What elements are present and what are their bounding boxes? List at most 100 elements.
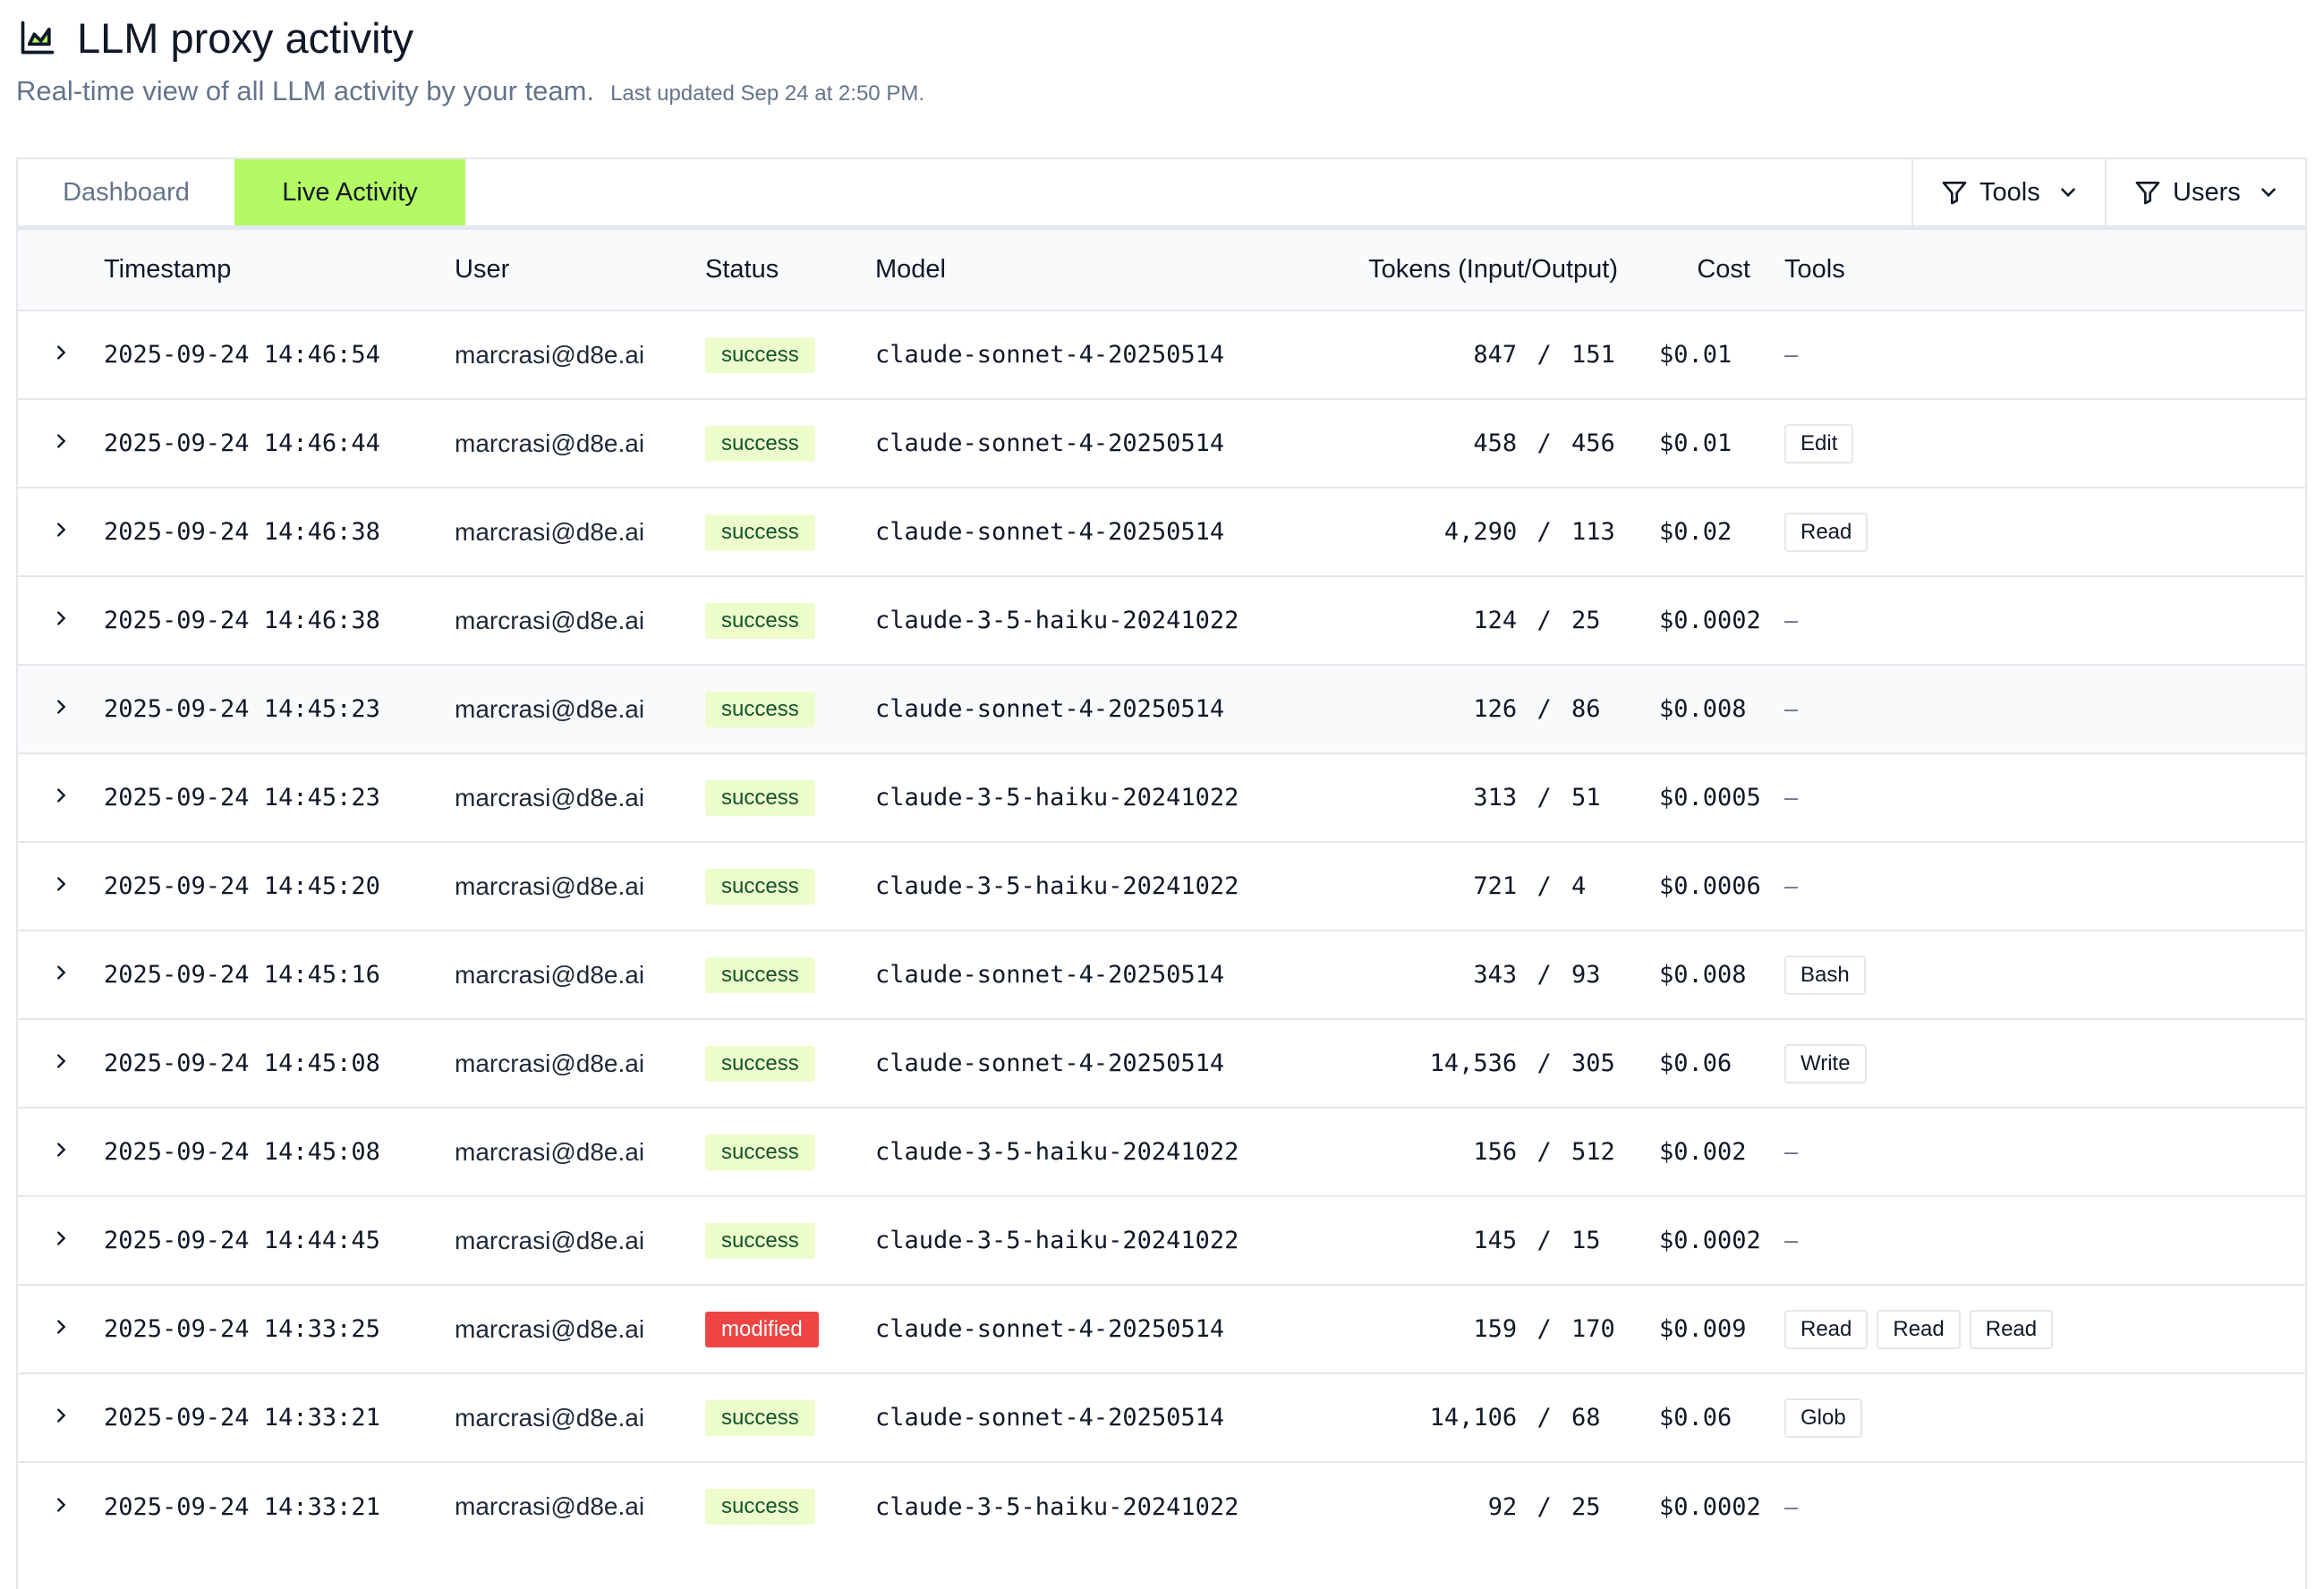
expand-row-button[interactable] [18, 1019, 104, 1108]
user-cell: marcrasi@d8e.ai [455, 1049, 645, 1077]
tool-chip[interactable]: Edit [1784, 423, 1854, 463]
table-row[interactable]: 2025-09-24 14:45:08 marcrasi@d8e.ai succ… [18, 1108, 2305, 1196]
expand-row-button[interactable] [18, 1285, 104, 1373]
status-badge: success [705, 691, 815, 727]
tool-chip[interactable]: Write [1784, 1043, 1867, 1083]
tokens-separator: / [1537, 429, 1552, 457]
chevron-right-icon [57, 1497, 66, 1512]
model-cell: claude-sonnet-4-20250514 [875, 429, 1225, 457]
tab-dashboard[interactable]: Dashboard [18, 159, 234, 225]
expand-row-button[interactable] [18, 930, 104, 1019]
tokens-input: 159 [1473, 1315, 1518, 1343]
expand-row-button[interactable] [18, 665, 104, 753]
chevron-right-icon [57, 965, 66, 980]
tool-chip[interactable]: Bash [1784, 955, 1866, 995]
tool-chip[interactable]: Glob [1784, 1398, 1862, 1438]
tools-cell: Read [1779, 488, 2305, 576]
status-badge: success [705, 336, 815, 373]
table-row[interactable]: 2025-09-24 14:45:20 marcrasi@d8e.ai succ… [18, 842, 2305, 930]
user-cell: marcrasi@d8e.ai [455, 1492, 645, 1520]
user-cell: marcrasi@d8e.ai [455, 783, 645, 811]
expand-row-button[interactable] [18, 310, 104, 399]
tokens-output: 4 [1571, 872, 1587, 900]
chevron-right-icon [57, 788, 66, 803]
cost-cell: $0.002 [1659, 1138, 1747, 1166]
cost-cell: $0.008 [1659, 961, 1747, 989]
users-filter-button[interactable]: Users [2105, 159, 2305, 225]
no-tools-dash: – [1784, 341, 1799, 368]
tokens-separator: / [1537, 784, 1552, 811]
table-row[interactable]: 2025-09-24 14:45:08 marcrasi@d8e.ai succ… [18, 1019, 2305, 1108]
tool-chip[interactable]: Read [1877, 1309, 1961, 1349]
status-badge: success [705, 1045, 815, 1082]
expand-row-button[interactable] [18, 1462, 104, 1551]
tokens-input: 847 [1473, 341, 1518, 369]
expand-row-button[interactable] [18, 576, 104, 665]
expand-row-button[interactable] [18, 842, 104, 930]
expand-row-button[interactable] [18, 1108, 104, 1196]
tokens-output: 51 [1571, 784, 1601, 811]
timestamp-cell: 2025-09-24 14:33:21 [104, 1404, 380, 1432]
chevron-right-icon [57, 877, 66, 891]
table-row[interactable]: 2025-09-24 14:44:45 marcrasi@d8e.ai succ… [18, 1196, 2305, 1285]
expand-row-button[interactable] [18, 488, 104, 576]
tokens-separator: / [1537, 1138, 1552, 1166]
table-row[interactable]: 2025-09-24 14:46:54 marcrasi@d8e.ai succ… [18, 310, 2305, 399]
model-cell: claude-3-5-haiku-20241022 [875, 1138, 1239, 1166]
user-cell: marcrasi@d8e.ai [455, 606, 645, 634]
tokens-cell: 721 / 4 [1349, 842, 1636, 930]
chevron-right-icon [57, 1408, 66, 1423]
status-badge: success [705, 1489, 815, 1525]
user-cell: marcrasi@d8e.ai [455, 1403, 645, 1432]
tools-cell: Write [1779, 1019, 2305, 1108]
no-tools-dash: – [1784, 1492, 1799, 1520]
cost-cell: $0.0002 [1659, 1492, 1761, 1521]
table-row[interactable]: 2025-09-24 14:45:23 marcrasi@d8e.ai succ… [18, 753, 2305, 842]
tokens-separator: / [1537, 607, 1552, 634]
chevron-right-icon [57, 1320, 66, 1334]
tokens-output: 170 [1571, 1315, 1615, 1343]
tokens-cell: 343 / 93 [1349, 930, 1636, 1019]
timestamp-cell: 2025-09-24 14:45:16 [104, 961, 380, 989]
tokens-input: 313 [1473, 784, 1518, 811]
chevron-right-icon [57, 1231, 66, 1245]
timestamp-cell: 2025-09-24 14:44:45 [104, 1227, 380, 1254]
chevron-right-icon [57, 434, 66, 448]
cost-cell: $0.06 [1659, 1049, 1732, 1077]
no-tools-dash: – [1784, 695, 1799, 722]
tab-live-activity[interactable]: Live Activity [234, 159, 465, 225]
table-row[interactable]: 2025-09-24 14:46:38 marcrasi@d8e.ai succ… [18, 576, 2305, 665]
table-row[interactable]: 2025-09-24 14:33:21 marcrasi@d8e.ai succ… [18, 1373, 2305, 1462]
chevron-right-icon [57, 700, 66, 714]
tools-filter-button[interactable]: Tools [1911, 159, 2105, 225]
table-row[interactable]: 2025-09-24 14:45:16 marcrasi@d8e.ai succ… [18, 930, 2305, 1019]
table-row[interactable]: 2025-09-24 14:45:23 marcrasi@d8e.ai succ… [18, 665, 2305, 753]
tool-chip[interactable]: Read [1969, 1309, 2054, 1349]
table-row[interactable]: 2025-09-24 14:46:44 marcrasi@d8e.ai succ… [18, 399, 2305, 488]
activity-panel: Dashboard Live Activity Tools Users Time… [16, 157, 2307, 1589]
expand-row-button[interactable] [18, 753, 104, 842]
table-row[interactable]: 2025-09-24 14:33:21 marcrasi@d8e.ai succ… [18, 1462, 2305, 1551]
tokens-separator: / [1537, 695, 1552, 723]
tool-chip[interactable]: Read [1784, 512, 1869, 552]
tokens-separator: / [1537, 961, 1552, 989]
status-badge: success [705, 602, 815, 639]
tokens-input: 92 [1487, 1492, 1518, 1521]
cost-cell: $0.02 [1659, 518, 1732, 546]
table-row[interactable]: 2025-09-24 14:33:25 marcrasi@d8e.ai modi… [18, 1285, 2305, 1373]
tokens-output: 25 [1571, 607, 1601, 634]
cost-cell: $0.009 [1659, 1315, 1747, 1343]
tools-cell: – [1779, 1462, 2305, 1551]
status-badge: modified [705, 1311, 819, 1347]
table-row[interactable]: 2025-09-24 14:46:38 marcrasi@d8e.ai succ… [18, 488, 2305, 576]
timestamp-cell: 2025-09-24 14:33:25 [104, 1315, 380, 1343]
tools-cell: Edit [1779, 399, 2305, 488]
status-badge: success [705, 779, 815, 816]
tokens-cell: 847 / 151 [1349, 310, 1636, 399]
expand-row-button[interactable] [18, 1373, 104, 1462]
user-cell: marcrasi@d8e.ai [455, 1137, 645, 1166]
model-cell: claude-sonnet-4-20250514 [875, 695, 1225, 723]
tool-chip[interactable]: Read [1784, 1309, 1869, 1349]
expand-row-button[interactable] [18, 1196, 104, 1285]
expand-row-button[interactable] [18, 399, 104, 488]
